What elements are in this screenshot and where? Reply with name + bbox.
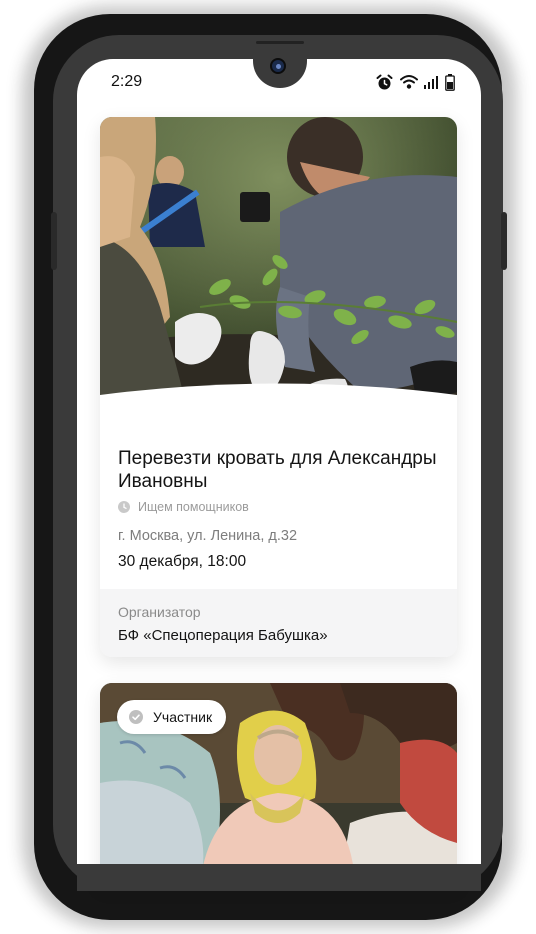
participant-badge: Участник: [117, 700, 227, 734]
clock-icon: [118, 501, 130, 513]
signal-icon: [424, 76, 438, 89]
task-datetime: 30 декабря, 18:00: [118, 553, 247, 570]
phone-bottom-bezel: [77, 864, 481, 891]
power-button: [501, 212, 507, 270]
volunteers-planting-photo: [100, 117, 457, 422]
organizer-name: БФ «Спецоперация Бабушка»: [118, 627, 328, 644]
organizer-label: Организатор: [118, 604, 201, 620]
status-icons: [376, 74, 460, 92]
task-address: г. Москва, ул. Ленина, д.32: [118, 528, 298, 544]
badge-label: Участник: [153, 709, 213, 725]
task-card[interactable]: Перевезти кровать для Александры Ивановн…: [100, 117, 457, 657]
task-status: Ищем помощников: [118, 499, 249, 515]
speaker: [256, 41, 304, 44]
battery-icon: [445, 74, 455, 91]
task-title: Перевезти кровать для Александры Ивановн…: [118, 448, 437, 492]
task-card[interactable]: Участник: [100, 683, 457, 883]
organizer-block[interactable]: Организатор БФ «Спецоперация Бабушка»: [100, 589, 457, 657]
alarm-icon: [376, 74, 393, 90]
volume-button: [51, 212, 57, 270]
status-time: 2:29: [111, 73, 143, 90]
front-camera: [270, 58, 286, 74]
wifi-icon: [400, 75, 418, 89]
check-circle-icon: [129, 710, 143, 724]
status-text: Ищем помощников: [138, 500, 249, 514]
